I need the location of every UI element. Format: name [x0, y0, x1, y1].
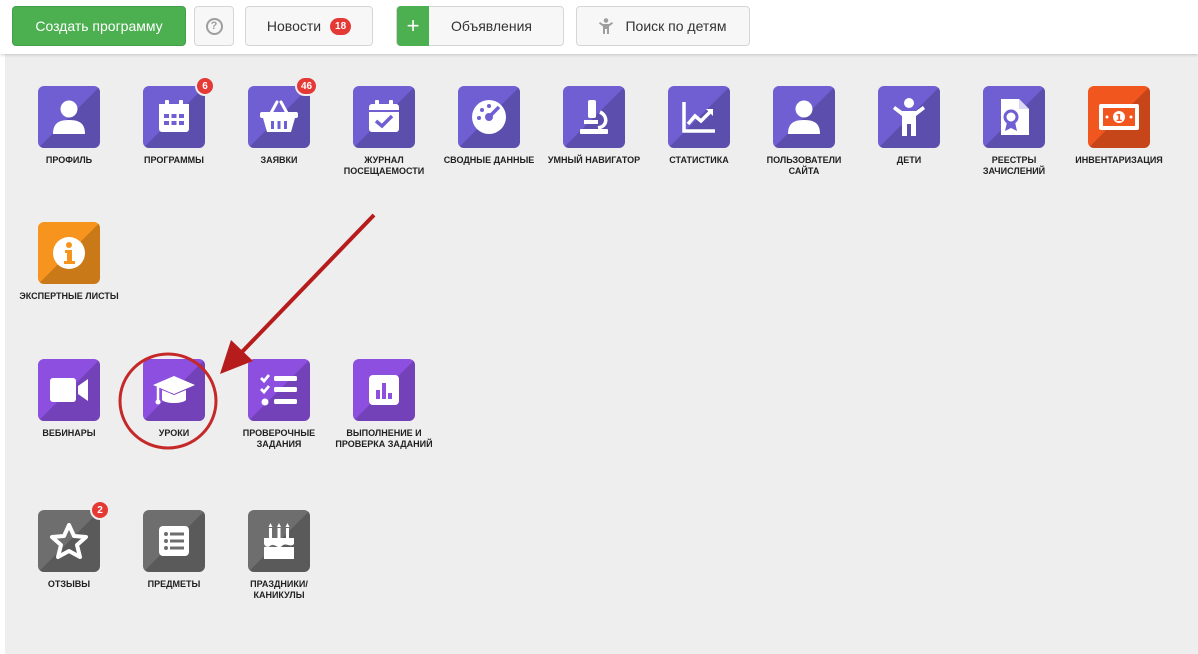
tile-enrollment-registers[interactable]: РЕЕСТРЫ ЗАЧИСЛЕНИЙ	[962, 86, 1066, 177]
tile-tests[interactable]: ПРОВЕРОЧНЫЕ ЗАДАНИЯ	[227, 359, 331, 450]
tile-label: УРОКИ	[158, 428, 190, 438]
gauge-icon	[458, 86, 520, 148]
tile-summary-data[interactable]: СВОДНЫЕ ДАННЫЕ	[437, 86, 541, 166]
cake-icon	[248, 510, 310, 572]
tile-inventory[interactable]: 1 ИНВЕНТАРИЗАЦИЯ	[1067, 86, 1171, 166]
tile-label: ЖУРНАЛ ПОСЕЩАЕМОСТИ	[343, 155, 425, 176]
tile-label: ПОЛЬЗОВАТЕЛИ САЙТА	[766, 155, 842, 176]
tile-task-execution[interactable]: ВЫПОЛНЕНИЕ И ПРОВЕРКА ЗАДАНИЙ	[332, 359, 436, 450]
tile-holidays[interactable]: ПРАЗДНИКИ/ КАНИКУЛЫ	[227, 510, 331, 601]
tile-subjects[interactable]: ПРЕДМЕТЫ	[122, 510, 226, 590]
bar-chart-icon	[353, 359, 415, 421]
tile-profile[interactable]: ПРОФИЛЬ	[17, 86, 121, 166]
dashboard-area: ПРОФИЛЬ 6 ПРОГРАММЫ 46 ЗАЯВКИ ЖУРНАЛ ПОС…	[5, 54, 1198, 654]
tile-expert-sheets[interactable]: ЭКСПЕРТНЫЕ ЛИСТЫ	[17, 222, 121, 302]
tile-label: РЕЕСТРЫ ЗАЧИСЛЕНИЙ	[982, 155, 1046, 176]
create-program-label: Создать программу	[35, 18, 163, 34]
children-search-button[interactable]: Поиск по детям	[576, 6, 750, 46]
tile-label: ВЫПОЛНЕНИЕ И ПРОВЕРКА ЗАДАНИЙ	[335, 428, 433, 449]
tile-lessons[interactable]: УРОКИ	[122, 359, 226, 439]
tile-label: ПРЕДМЕТЫ	[147, 579, 201, 589]
tile-label: ЭКСПЕРТНЫЕ ЛИСТЫ	[19, 291, 119, 301]
certificate-icon	[983, 86, 1045, 148]
help-button[interactable]: ?	[194, 6, 234, 46]
tile-label: ПРОГРАММЫ	[144, 155, 204, 165]
ads-button[interactable]: + Объявления	[396, 6, 564, 46]
programs-count-badge: 6	[195, 76, 215, 96]
banknote-icon: 1	[1088, 86, 1150, 148]
tile-label: ПРАЗДНИКИ/ КАНИКУЛЫ	[250, 579, 308, 600]
tile-label: ЗАЯВКИ	[260, 155, 298, 165]
user-icon	[773, 86, 835, 148]
tile-applications[interactable]: 46 ЗАЯВКИ	[227, 76, 331, 166]
user-icon	[38, 86, 100, 148]
applications-count-badge: 46	[295, 76, 319, 96]
chart-line-icon	[668, 86, 730, 148]
video-icon	[38, 359, 100, 421]
tile-smart-navigator[interactable]: УМНЫЙ НАВИГАТОР	[542, 86, 646, 166]
star-icon	[38, 510, 100, 572]
news-button[interactable]: Новости 18	[245, 6, 373, 46]
create-program-button[interactable]: Создать программу	[12, 6, 186, 46]
tile-label: ПРОВЕРОЧНЫЕ ЗАДАНИЯ	[242, 428, 316, 449]
reviews-count-badge: 2	[90, 500, 110, 520]
tile-label: ИНВЕНТАРИЗАЦИЯ	[1075, 155, 1163, 165]
info-icon	[38, 222, 100, 284]
tile-site-users[interactable]: ПОЛЬЗОВАТЕЛИ САЙТА	[752, 86, 856, 177]
tile-webinars[interactable]: ВЕБИНАРЫ	[17, 359, 121, 439]
ads-label: Объявления	[451, 18, 532, 34]
list-icon	[143, 510, 205, 572]
news-count-badge: 18	[330, 17, 352, 35]
svg-text:1: 1	[1116, 113, 1123, 124]
microscope-icon	[563, 86, 625, 148]
tile-label: СВОДНЫЕ ДАННЫЕ	[443, 155, 535, 165]
tile-label: УМНЫЙ НАВИГАТОР	[547, 155, 641, 165]
news-label: Новости	[266, 18, 322, 34]
child-icon	[599, 18, 614, 34]
tile-label: ОТЗЫВЫ	[47, 579, 91, 589]
children-search-label: Поиск по детям	[625, 18, 727, 34]
tile-programs[interactable]: 6 ПРОГРАММЫ	[122, 76, 226, 166]
tile-label: ПРОФИЛЬ	[45, 155, 93, 165]
checklist-icon	[248, 359, 310, 421]
tile-attendance-journal[interactable]: ЖУРНАЛ ПОСЕЩАЕМОСТИ	[332, 86, 436, 177]
top-toolbar: Создать программу ? Новости 18 + Объявле…	[0, 0, 1198, 54]
tile-children[interactable]: ДЕТИ	[857, 86, 961, 166]
tile-label: ВЕБИНАРЫ	[42, 428, 96, 438]
tile-statistics[interactable]: СТАТИСТИКА	[647, 86, 751, 166]
graduation-cap-icon	[143, 359, 205, 421]
tile-label: СТАТИСТИКА	[669, 155, 729, 165]
tile-reviews[interactable]: 2 ОТЗЫВЫ	[17, 500, 121, 590]
help-icon: ?	[205, 17, 223, 35]
tile-label: ДЕТИ	[896, 155, 922, 165]
calendar-icon	[143, 86, 205, 148]
plus-icon[interactable]: +	[397, 6, 429, 46]
calendar-check-icon	[353, 86, 415, 148]
child-icon	[878, 86, 940, 148]
